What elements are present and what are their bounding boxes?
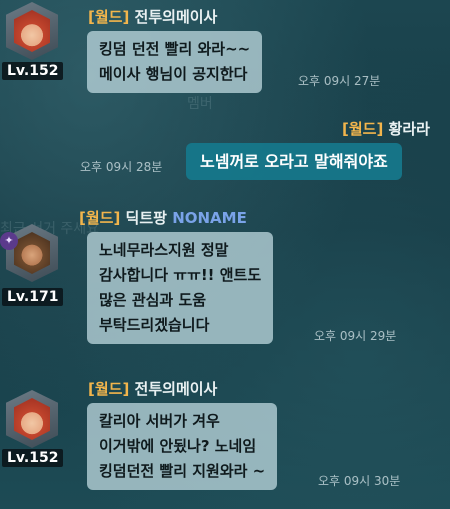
- avatar[interactable]: [6, 2, 58, 60]
- message-line: 부탁드리겠습니다: [99, 316, 210, 334]
- level-badge: Lv.171: [2, 288, 64, 306]
- background-members-text: 멤버: [187, 96, 213, 112]
- channel-tag: [월드]: [79, 209, 121, 227]
- avatar[interactable]: [6, 390, 58, 448]
- character-portrait-icon: [14, 398, 50, 440]
- sender-nickname: 황라라: [388, 120, 430, 138]
- message-line: 노네무라스지원 정말: [99, 241, 229, 259]
- character-portrait-icon: [14, 10, 50, 52]
- channel-tag: [월드]: [88, 380, 130, 398]
- channel-tag: [월드]: [342, 120, 384, 138]
- sender-name[interactable]: [월드] 황라라: [342, 118, 430, 139]
- message-line: 킹덤던전 빨리 지원와라 ~: [99, 462, 266, 480]
- message-line: 노넴꺼로 오라고 말해줘야죠: [200, 152, 388, 171]
- sender-nickname: 딕트팡: [125, 209, 167, 227]
- message-line: 킹덤 던전 빨리 와라~~: [99, 40, 251, 58]
- timestamp: 오후 09시 30분: [318, 474, 401, 488]
- sender-name[interactable]: [월드] 전투의메이사: [88, 378, 217, 399]
- sender-name[interactable]: [월드] 딕트팡 NONAME: [79, 207, 247, 228]
- timestamp: 오후 09시 28분: [80, 160, 163, 174]
- message-line: 메이사 행님이 공지한다: [99, 65, 248, 83]
- message-line: 이거밖에 안됬나? 노네임: [99, 437, 257, 455]
- timestamp: 오후 09시 27분: [298, 74, 381, 88]
- level-badge: Lv.152: [2, 62, 64, 80]
- guild-name: NONAME: [172, 209, 247, 227]
- level-badge: Lv.152: [2, 449, 64, 467]
- message-bubble: 킹덤 던전 빨리 와라~~ 메이사 행님이 공지한다: [87, 31, 263, 93]
- rank-badge-icon: ✦: [0, 232, 18, 250]
- sender-nickname: 전투의메이사: [134, 8, 218, 26]
- sender-name[interactable]: [월드] 전투의메이사: [88, 6, 217, 27]
- sender-nickname: 전투의메이사: [134, 380, 218, 398]
- message-line: 감사합니다 ㅠㅠ!! 앤트도: [99, 266, 262, 284]
- channel-tag: [월드]: [88, 8, 130, 26]
- message-bubble: 노넴꺼로 오라고 말해줘야죠: [186, 143, 402, 180]
- message-bubble: 칼리아 서버가 겨우 이거밖에 안됬나? 노네임 킹덤던전 빨리 지원와라 ~: [87, 403, 278, 490]
- message-line: 칼리아 서버가 겨우: [99, 412, 220, 430]
- message-bubble: 노네무라스지원 정말 감사합니다 ㅠㅠ!! 앤트도 많은 관심과 도움 부탁드리…: [87, 232, 274, 344]
- timestamp: 오후 09시 29분: [314, 329, 397, 343]
- character-portrait-icon: [14, 232, 50, 274]
- message-line: 많은 관심과 도움: [99, 291, 207, 309]
